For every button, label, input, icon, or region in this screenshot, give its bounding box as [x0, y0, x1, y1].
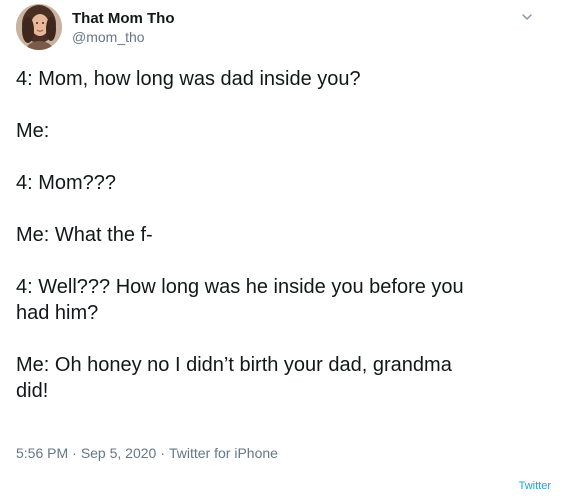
tweet-line: Me: What the f- — [16, 224, 153, 246]
chevron-down-icon[interactable] — [520, 10, 534, 24]
avatar-image — [16, 4, 62, 50]
tweet-line: 4: Well??? How long was he inside you be… — [16, 276, 464, 324]
meta-separator: · — [160, 445, 165, 461]
tweet-header: That Mom Tho @mom_tho — [16, 4, 546, 52]
avatar[interactable] — [16, 4, 62, 50]
user-handle[interactable]: @mom_tho — [72, 28, 174, 46]
user-meta: That Mom Tho @mom_tho — [72, 9, 174, 46]
tweet-text: 4: Mom, how long was dad inside you? Me:… — [16, 66, 536, 404]
display-name[interactable]: That Mom Tho — [72, 9, 174, 28]
tweet-card: That Mom Tho @mom_tho 4: Mom, how long w… — [0, 0, 563, 499]
tweet-date[interactable]: Sep 5, 2020 — [81, 445, 157, 461]
tweet-line: Me: Oh honey no I didn’t birth your dad,… — [16, 354, 452, 402]
tweet-source[interactable]: Twitter for iPhone — [169, 445, 278, 461]
tweet-time[interactable]: 5:56 PM — [16, 445, 68, 461]
tweet-line: 4: Mom, how long was dad inside you? — [16, 68, 361, 90]
tweet-meta: 5:56 PM · Sep 5, 2020 · Twitter for iPhone — [16, 445, 278, 461]
tweet-line: Me: — [16, 120, 50, 142]
twitter-brand-link[interactable]: Twitter — [519, 480, 551, 492]
tweet-line: 4: Mom??? — [16, 172, 117, 194]
meta-separator: · — [72, 445, 77, 461]
